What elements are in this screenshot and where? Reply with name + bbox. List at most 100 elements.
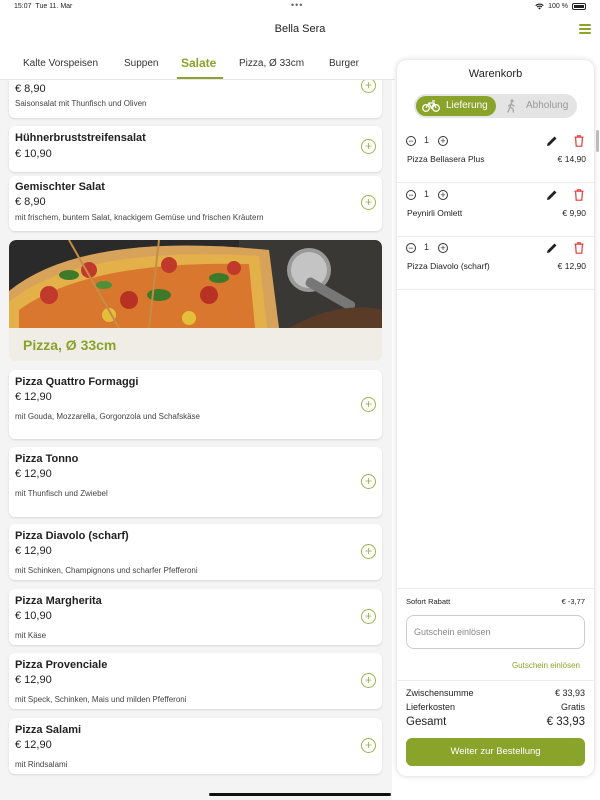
status-bar: 15:07 Tue 11. Mar ••• 100 % [0,0,600,14]
continue-to-order-button[interactable]: Weiter zur Bestellung [406,738,585,766]
battery-percent: 100 % [548,3,568,10]
cart-item-name: Pizza Bellasera Plus [407,154,485,164]
item-quantity: 1 [424,242,430,252]
cart-item-price: € 9,90 [562,208,586,218]
scrollbar[interactable] [596,130,599,152]
decrease-quantity-icon[interactable]: − [406,243,416,253]
cart-item: − 1 + Peynirli Omlett € 9,90 [397,184,594,237]
cart-item-name: Pizza Diavolo (scharf) [407,261,490,271]
item-description: mit frischem, buntem Salat, knackigem Ge… [15,213,264,222]
subtotal-row: Zwischensumme € 33,93 [406,688,585,698]
menu-item-card[interactable]: Pizza Margherita € 10,90 mit Käse + [9,589,382,645]
redeem-voucher-link[interactable]: Gutschein einlösen [512,661,580,670]
menu-item-card[interactable]: Gemischter Salat € 8,90 mit frischem, bu… [9,176,382,231]
menu-item-card[interactable]: Pizza Provenciale € 12,90 mit Speck, Sch… [9,653,382,709]
menu-item-card[interactable]: Pizza Salami € 12,90 mit Rindsalami + [9,718,382,774]
cart-title: Warenkorb [468,68,523,80]
cart-item: − 1 + Pizza Bellasera Plus € 14,90 [397,130,594,183]
delivery-cost-label: Lieferkosten [406,702,456,712]
bicycle-icon [422,100,440,112]
item-description: mit Käse [15,631,47,640]
total-label: Gesamt [406,716,447,728]
total-row: Gesamt € 33,93 [406,716,585,728]
delivery-option[interactable]: Lieferung [416,96,496,116]
item-description: mit Schinken, Champignons und scharfer P… [15,566,198,575]
item-name: Pizza Salami [15,724,82,736]
increase-quantity-icon[interactable]: + [438,136,448,146]
delete-trash-icon[interactable] [574,242,584,254]
walking-person-icon [507,99,515,113]
item-price: € 8,90 [15,83,46,95]
edit-pencil-icon[interactable] [546,242,558,254]
add-item-plus-icon[interactable]: + [361,195,376,210]
add-item-plus-icon[interactable]: + [361,474,376,489]
menu-item-card[interactable]: Hühnerbruststreifensalat € 10,90 + [9,126,382,172]
delivery-cost-value: Gratis [560,702,585,712]
item-price: € 10,90 [15,148,52,160]
add-item-plus-icon[interactable]: + [361,738,376,753]
item-name: Pizza Diavolo (scharf) [15,530,129,542]
hamburger-menu-icon[interactable] [579,24,591,34]
home-indicator[interactable] [209,793,391,796]
item-price: € 12,90 [15,468,52,480]
item-quantity: 1 [424,135,430,145]
item-quantity: 1 [424,189,430,199]
tab-kalte-vorspeisen[interactable]: Kalte Vorspeisen [23,58,98,69]
cart-panel: Warenkorb Lieferung Abholung − 1 + Pizza… [397,60,594,776]
decrease-quantity-icon[interactable]: − [406,190,416,200]
item-price: € 8,90 [15,196,46,208]
delivery-mode-toggle[interactable]: Lieferung Abholung [414,94,577,118]
item-price: € 12,90 [15,739,52,751]
discount-value: € -3,77 [561,597,585,606]
menu-item-card[interactable]: Pizza Quattro Formaggi € 12,90 mit Gouda… [9,370,382,439]
voucher-input[interactable] [406,615,585,649]
item-name: Pizza Tonno [15,453,79,465]
subtotal-value: € 33,93 [554,688,585,698]
add-item-plus-icon[interactable]: + [361,544,376,559]
cart-item: − 1 + Pizza Diavolo (scharf) € 12,90 [397,237,594,290]
menu-item-card[interactable]: Pizza Diavolo (scharf) € 12,90 mit Schin… [9,524,382,580]
tab-suppen[interactable]: Suppen [124,58,158,69]
app-header: Bella Sera [0,14,600,48]
discount-label: Sofort Rabatt [406,597,451,606]
add-item-plus-icon[interactable]: + [361,609,376,624]
decrease-quantity-icon[interactable]: − [406,136,416,146]
pickup-option[interactable]: Abholung [500,96,575,116]
delivery-label: Lieferung [446,100,488,111]
cart-item-price: € 14,90 [557,154,586,164]
item-name: Hühnerbruststreifensalat [15,132,146,144]
multitasking-dots-icon[interactable]: ••• [291,0,303,10]
status-time: 15:07 Tue 11. Mar [14,3,73,10]
menu-item-card[interactable]: Pizza Tonno € 12,90 mit Thunfisch und Zw… [9,447,382,517]
item-description: mit Rindsalami [15,760,68,769]
tab-salate[interactable]: Salate [181,56,216,70]
item-price: € 12,90 [15,391,52,403]
battery-icon [572,3,586,10]
increase-quantity-icon[interactable]: + [438,190,448,200]
add-item-plus-icon[interactable]: + [361,673,376,688]
item-price: € 12,90 [15,545,52,557]
add-item-plus-icon[interactable]: + [361,139,376,154]
total-value: € 33,93 [546,716,585,728]
add-item-plus-icon[interactable]: + [361,397,376,412]
pizza-hero-image [9,240,382,328]
subtotal-label: Zwischensumme [406,688,474,698]
tab-burger[interactable]: Burger [329,58,359,69]
item-name: Pizza Margherita [15,595,102,607]
pickup-label: Abholung [526,100,569,111]
delete-trash-icon[interactable] [574,189,584,201]
menu-item-card[interactable]: € 8,90 Saisonsalat mit Thunfisch und Oli… [9,80,382,118]
menu-list[interactable]: € 8,90 Saisonsalat mit Thunfisch und Oli… [0,80,392,800]
cart-item-name: Peynirli Omlett [407,208,463,218]
category-tabs: Kalte Vorspeisen Suppen Salate Pizza, Ø … [0,50,395,80]
add-item-plus-icon[interactable]: + [361,80,376,93]
increase-quantity-icon[interactable]: + [438,243,448,253]
pizza-section-header: Pizza, Ø 33cm [9,240,382,361]
item-name: Pizza Quattro Formaggi [15,376,139,388]
delete-trash-icon[interactable] [574,135,584,147]
tab-pizza[interactable]: Pizza, Ø 33cm [239,58,304,69]
edit-pencil-icon[interactable] [546,189,558,201]
edit-pencil-icon[interactable] [546,135,558,147]
item-description: mit Thunfisch und Zwiebel [15,489,108,498]
discount-row: Sofort Rabatt € -3,77 [397,588,594,608]
